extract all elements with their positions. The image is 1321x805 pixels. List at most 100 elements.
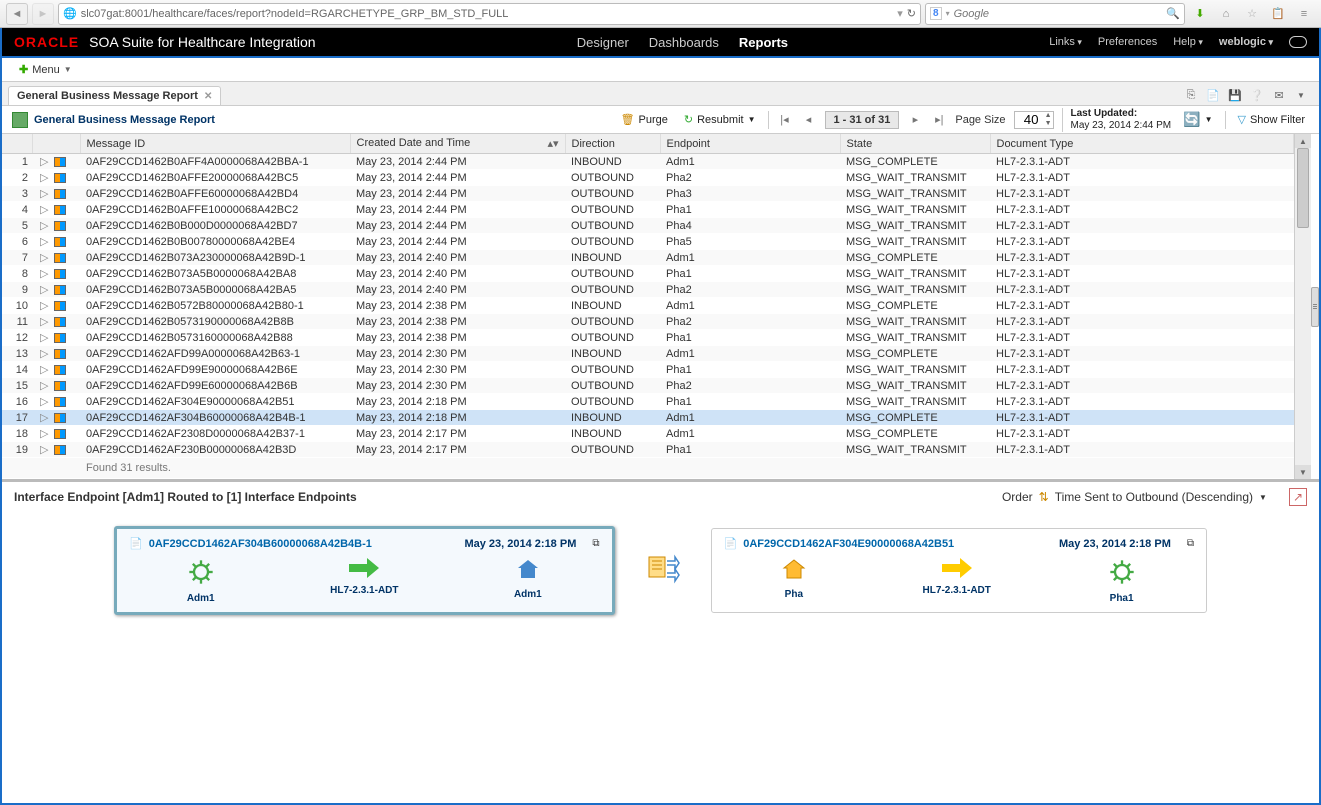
tab-close-icon[interactable]: ✕ bbox=[204, 91, 212, 102]
expand-icon[interactable]: ▷ bbox=[38, 316, 50, 328]
save-icon[interactable]: 💾 bbox=[1227, 87, 1243, 103]
last-page-button[interactable]: ▸| bbox=[931, 112, 947, 128]
spinner-icon[interactable]: ▲▼ bbox=[1045, 112, 1052, 128]
download-icon[interactable]: ⬇ bbox=[1189, 3, 1211, 25]
expand-icon[interactable]: ▷ bbox=[38, 412, 50, 424]
col-rownum[interactable] bbox=[2, 134, 32, 154]
table-row[interactable]: 18▷ 0AF29CCD1462AF2308D0000068A42B37-1Ma… bbox=[2, 426, 1294, 442]
expand-icon[interactable]: ▷ bbox=[38, 204, 50, 216]
scroll-thumb[interactable] bbox=[1297, 148, 1309, 228]
first-page-button[interactable]: |◂ bbox=[777, 112, 793, 128]
expand-icon[interactable]: ▷ bbox=[38, 428, 50, 440]
copy-icon[interactable]: 📄 bbox=[1205, 87, 1221, 103]
address-bar[interactable]: 🌐 ▾ ↻ bbox=[58, 3, 921, 25]
list-icon[interactable]: 📋 bbox=[1267, 3, 1289, 25]
table-row[interactable]: 2▷ 0AF29CCD1462B0AFFE20000068A42BC5May 2… bbox=[2, 170, 1294, 186]
table-row[interactable]: 10▷ 0AF29CCD1462B0572B80000068A42B80-1Ma… bbox=[2, 298, 1294, 314]
show-filter-button[interactable]: ▽ Show Filter bbox=[1234, 111, 1310, 128]
chevron-down-icon[interactable]: ▼ bbox=[1259, 493, 1267, 502]
search-icon[interactable]: 🔍 bbox=[1166, 7, 1180, 20]
reload-icon[interactable]: ↻ bbox=[907, 7, 916, 20]
export-icon[interactable]: ⎘ bbox=[1183, 87, 1199, 103]
table-row[interactable]: 4▷ 0AF29CCD1462B0AFFE10000068A42BC2May 2… bbox=[2, 202, 1294, 218]
table-row[interactable]: 11▷ 0AF29CCD1462B0573190000068A42B8BMay … bbox=[2, 314, 1294, 330]
nav-dashboards[interactable]: Dashboards bbox=[649, 35, 719, 50]
table-row[interactable]: 17▷ 0AF29CCD1462AF304B60000068A42B4B-1Ma… bbox=[2, 410, 1294, 426]
expand-icon[interactable]: ▷ bbox=[38, 220, 50, 232]
table-row[interactable]: 19▷ 0AF29CCD1462AF230B00000068A42B3DMay … bbox=[2, 442, 1294, 458]
purge-button[interactable]: 🗑 Purge bbox=[617, 111, 672, 128]
expand-icon[interactable]: ▷ bbox=[38, 300, 50, 312]
inbound-card[interactable]: 📄 0AF29CCD1462AF304B60000068A42B4B-1 May… bbox=[114, 526, 615, 615]
table-row[interactable]: 8▷ 0AF29CCD1462B073A5B0000068A42BA8May 2… bbox=[2, 266, 1294, 282]
detach-icon[interactable]: ↗ bbox=[1289, 488, 1307, 506]
col-icons[interactable] bbox=[32, 134, 80, 154]
expand-icon[interactable]: ▷ bbox=[38, 172, 50, 184]
flow-doc-label[interactable]: HL7-2.3.1-ADT bbox=[923, 585, 991, 596]
table-row[interactable]: 6▷ 0AF29CCD1462B0B00780000068A42BE4May 2… bbox=[2, 234, 1294, 250]
expand-icon[interactable]: ▷ bbox=[38, 364, 50, 376]
preferences-link[interactable]: Preferences bbox=[1098, 36, 1157, 48]
outbound-card[interactable]: 📄 0AF29CCD1462AF304E90000068A42B51 May 2… bbox=[711, 528, 1208, 613]
table-row[interactable]: 7▷ 0AF29CCD1462B073A230000068A42B9D-1May… bbox=[2, 250, 1294, 266]
dropdown-icon[interactable]: ▾ bbox=[897, 7, 903, 20]
prev-page-button[interactable]: ◂ bbox=[801, 112, 817, 128]
tab-report[interactable]: General Business Message Report ✕ bbox=[8, 86, 221, 105]
expand-icon[interactable]: ▷ bbox=[38, 396, 50, 408]
col-state[interactable]: State bbox=[840, 134, 990, 154]
next-page-button[interactable]: ▸ bbox=[907, 112, 923, 128]
search-input[interactable] bbox=[954, 8, 1163, 20]
table-row[interactable]: 9▷ 0AF29CCD1462B073A5B0000068A42BA5May 2… bbox=[2, 282, 1294, 298]
table-row[interactable]: 16▷ 0AF29CCD1462AF304E90000068A42B51May … bbox=[2, 394, 1294, 410]
vertical-scrollbar[interactable]: ▲ ▼ bbox=[1294, 134, 1311, 479]
url-input[interactable] bbox=[81, 8, 894, 20]
table-row[interactable]: 3▷ 0AF29CCD1462B0AFFE60000068A42BD4May 2… bbox=[2, 186, 1294, 202]
help-icon[interactable]: ❔ bbox=[1249, 87, 1265, 103]
outbound-id-link[interactable]: 0AF29CCD1462AF304E90000068A42B51 bbox=[743, 538, 954, 550]
expand-icon[interactable]: ▷ bbox=[38, 380, 50, 392]
mail-icon[interactable]: ✉ bbox=[1271, 87, 1287, 103]
scroll-down-button[interactable]: ▼ bbox=[1295, 465, 1311, 479]
menu-button[interactable]: ✚ Menu ▼ bbox=[12, 60, 79, 79]
expand-icon[interactable]: ▷ bbox=[38, 444, 50, 456]
panel-grip[interactable] bbox=[1311, 287, 1319, 327]
nav-reports[interactable]: Reports bbox=[739, 35, 788, 50]
user-menu[interactable]: weblogic bbox=[1219, 36, 1273, 48]
links-menu[interactable]: Links bbox=[1049, 36, 1082, 48]
nav-designer[interactable]: Designer bbox=[577, 35, 629, 50]
back-button[interactable]: ◄ bbox=[6, 3, 28, 25]
expand-icon[interactable]: ▷ bbox=[38, 156, 50, 168]
table-row[interactable]: 12▷ 0AF29CCD1462B0573160000068A42B88May … bbox=[2, 330, 1294, 346]
table-row[interactable]: 5▷ 0AF29CCD1462B0B000D0000068A42BD7May 2… bbox=[2, 218, 1294, 234]
chat-icon[interactable] bbox=[1289, 36, 1307, 48]
expand-icon[interactable]: ▷ bbox=[38, 268, 50, 280]
detach-icon[interactable]: ⧉ bbox=[1187, 538, 1194, 549]
col-endpoint[interactable]: Endpoint bbox=[660, 134, 840, 154]
home-icon[interactable]: ⌂ bbox=[1215, 3, 1237, 25]
menu-icon[interactable]: ≡ bbox=[1293, 3, 1315, 25]
help-menu[interactable]: Help bbox=[1173, 36, 1203, 48]
expand-icon[interactable]: ▷ bbox=[38, 236, 50, 248]
expand-icon[interactable]: ▷ bbox=[38, 284, 50, 296]
expand-icon[interactable]: ▷ bbox=[38, 252, 50, 264]
table-row[interactable]: 15▷ 0AF29CCD1462AFD99E60000068A42B6BMay … bbox=[2, 378, 1294, 394]
expand-icon[interactable]: ▷ bbox=[38, 348, 50, 360]
search-box[interactable]: 8 ▾ 🔍 bbox=[925, 3, 1185, 25]
refresh-button[interactable]: 🔄 ▼ bbox=[1179, 109, 1216, 130]
detach-icon[interactable]: ⧉ bbox=[592, 538, 599, 549]
col-created[interactable]: Created Date and Time▴▾ bbox=[350, 134, 565, 154]
dropdown-icon[interactable]: ▾ bbox=[946, 9, 950, 18]
chevron-down-icon[interactable]: ▼ bbox=[1293, 87, 1309, 103]
table-row[interactable]: 14▷ 0AF29CCD1462AFD99E90000068A42B6EMay … bbox=[2, 362, 1294, 378]
flow-doc-label[interactable]: HL7-2.3.1-ADT bbox=[330, 585, 398, 596]
table-row[interactable]: 1▷ 0AF29CCD1462B0AFF4A0000068A42BBA-1May… bbox=[2, 154, 1294, 170]
bookmark-icon[interactable]: ☆ bbox=[1241, 3, 1263, 25]
scroll-up-button[interactable]: ▲ bbox=[1295, 134, 1311, 148]
resubmit-button[interactable]: ↻ Resubmit ▼ bbox=[680, 111, 760, 128]
col-direction[interactable]: Direction bbox=[565, 134, 660, 154]
order-value[interactable]: Time Sent to Outbound (Descending) bbox=[1055, 490, 1253, 504]
inbound-id-link[interactable]: 0AF29CCD1462AF304B60000068A42B4B-1 bbox=[149, 538, 372, 550]
expand-icon[interactable]: ▷ bbox=[38, 188, 50, 200]
forward-button[interactable]: ► bbox=[32, 3, 54, 25]
table-row[interactable]: 13▷ 0AF29CCD1462AFD99A0000068A42B63-1May… bbox=[2, 346, 1294, 362]
